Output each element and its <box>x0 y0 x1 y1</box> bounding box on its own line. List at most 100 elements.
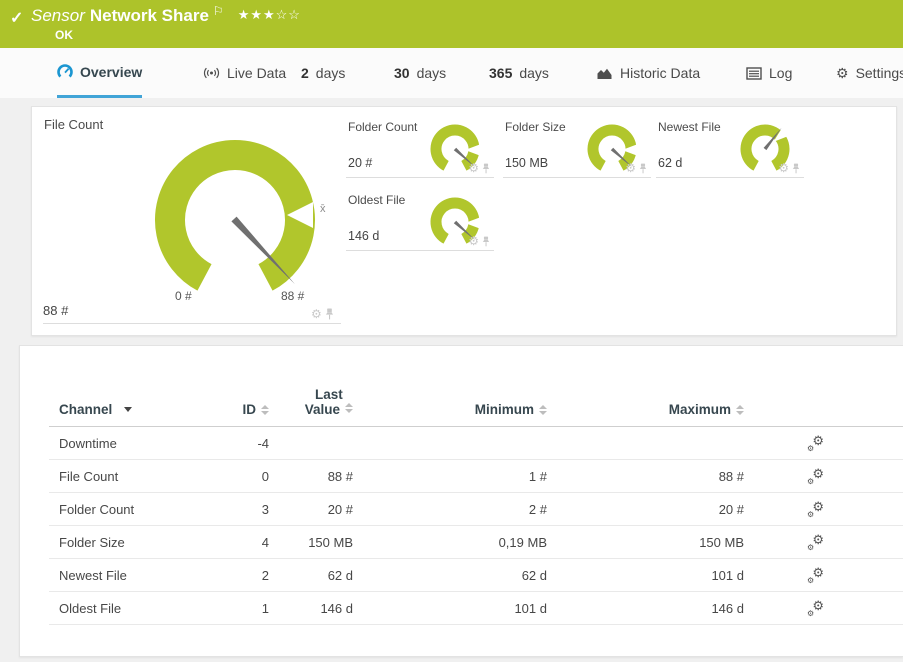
gauge-title: Folder Size <box>505 120 566 134</box>
gauge-icon <box>57 64 73 80</box>
pin-icon[interactable] <box>482 163 490 174</box>
table-body: Downtime -4 ⚙⚙ File Count 0 88 # 1 # 88 … <box>49 427 903 625</box>
channel-minimum: 1 # <box>353 469 547 484</box>
channel-minimum: 0,19 MB <box>353 535 547 550</box>
table-row-oldest-file: Oldest File 1 146 d 101 d 146 d ⚙⚙ <box>49 592 903 625</box>
sort-icon <box>736 405 744 415</box>
channel-name: Oldest File <box>49 601 209 616</box>
channel-minimum: 101 d <box>353 601 547 616</box>
gauge-settings-gear-icon[interactable]: ⚙ <box>778 162 789 174</box>
divider <box>43 323 341 324</box>
stars-empty: ☆☆ <box>276 7 301 22</box>
live-signal-icon <box>203 66 220 80</box>
table-row-downtime: Downtime -4 ⚙⚙ <box>49 427 903 460</box>
tab-2-days[interactable]: 2days <box>301 48 345 98</box>
channel-last-value: 88 # <box>269 469 353 484</box>
channel-id: 4 <box>209 535 269 550</box>
channel-name: Newest File <box>49 568 209 583</box>
file-count-value: 88 # <box>43 303 68 318</box>
gauge-cell-folder-count: Folder Count 20 # ⚙ <box>346 115 494 178</box>
table-row-file-count: File Count 0 88 # 1 # 88 # ⚙⚙ <box>49 460 903 493</box>
channel-minimum: 62 d <box>353 568 547 583</box>
tab-historic-data[interactable]: Historic Data <box>596 48 700 98</box>
channel-maximum: 20 # <box>547 502 744 517</box>
column-header-last-value[interactable]: LastValue <box>269 387 353 417</box>
tab-overview[interactable]: Overview <box>57 48 142 98</box>
channel-id: 1 <box>209 601 269 616</box>
table-row-newest-file: Newest File 2 62 d 62 d 101 d ⚙⚙ <box>49 559 903 592</box>
gauge-settings-gear-icon[interactable]: ⚙ <box>625 162 636 174</box>
sort-desc-icon <box>124 407 132 412</box>
gauge-title: Newest File <box>658 120 721 134</box>
channel-name: Folder Count <box>49 502 209 517</box>
channel-maximum: 88 # <box>547 469 744 484</box>
channel-id: 0 <box>209 469 269 484</box>
channels-table: Channel ID LastValue Minimum Maximum Dow… <box>20 346 903 625</box>
table-header-row: Channel ID LastValue Minimum Maximum <box>49 380 903 427</box>
tab-log[interactable]: Log <box>746 48 792 98</box>
channel-last-value: 62 d <box>269 568 353 583</box>
gauges-panel: File Count x̄ 0 # 88 # 88 # ⚙ Folder Cou… <box>31 106 897 336</box>
tab-365-days[interactable]: 365days <box>489 48 549 98</box>
channel-maximum: 101 d <box>547 568 744 583</box>
status-ok-check-icon: ✓ <box>10 8 23 28</box>
channel-maximum: 146 d <box>547 601 744 616</box>
channel-settings-icon[interactable]: ⚙⚙ <box>807 468 824 484</box>
chart-icon <box>596 66 613 80</box>
channel-last-value: 150 MB <box>269 535 353 550</box>
average-marker-label: x̄ <box>320 203 326 215</box>
object-kind-label: Sensor <box>31 6 85 25</box>
gauge-settings-gear-icon[interactable]: ⚙ <box>468 235 479 247</box>
column-header-channel[interactable]: Channel <box>49 402 209 417</box>
channel-maximum: 150 MB <box>547 535 744 550</box>
tab-settings[interactable]: ⚙ Settings <box>836 48 903 98</box>
pin-icon[interactable] <box>325 308 334 320</box>
table-row-folder-count: Folder Count 3 20 # 2 # 20 # ⚙⚙ <box>49 493 903 526</box>
flag-icon: ⚐ <box>213 4 224 18</box>
channel-name: File Count <box>49 469 209 484</box>
gear-icon: ⚙ <box>836 65 849 82</box>
table-row-folder-size: Folder Size 4 150 MB 0,19 MB 150 MB ⚙⚙ <box>49 526 903 559</box>
channel-settings-icon[interactable]: ⚙⚙ <box>807 534 824 550</box>
gauge-value: 150 MB <box>505 156 548 170</box>
log-list-icon <box>746 67 762 80</box>
channels-panel: Channel ID LastValue Minimum Maximum Dow… <box>19 345 903 657</box>
sensor-title: Network Share <box>90 6 209 25</box>
channel-last-value: 20 # <box>269 502 353 517</box>
sensor-page: ✓ Sensor Network Share ⚐ ★★★☆☆ OK Overview … <box>0 0 903 662</box>
file-count-gauge <box>135 120 335 320</box>
column-header-id[interactable]: ID <box>209 402 269 417</box>
gauge-value: 146 d <box>348 229 379 243</box>
gauge-settings-gear-icon[interactable]: ⚙ <box>311 308 322 320</box>
channel-settings-icon[interactable]: ⚙⚙ <box>807 435 824 451</box>
channel-id: 2 <box>209 568 269 583</box>
pin-icon[interactable] <box>639 163 647 174</box>
pin-icon[interactable] <box>792 163 800 174</box>
channel-name: Folder Size <box>49 535 209 550</box>
gauge-scale-min: 0 # <box>175 289 192 303</box>
channel-last-value: 146 d <box>269 601 353 616</box>
gauge-value: 20 # <box>348 156 372 170</box>
gauge-cell-folder-size: Folder Size 150 MB ⚙ <box>503 115 651 178</box>
tab-live-data[interactable]: Live Data <box>203 48 286 98</box>
channel-settings-icon[interactable]: ⚙⚙ <box>807 501 824 517</box>
sensor-header: ✓ Sensor Network Share ⚐ ★★★☆☆ OK <box>0 0 903 48</box>
priority-stars[interactable]: ★★★☆☆ <box>238 7 301 22</box>
channel-settings-icon[interactable]: ⚙⚙ <box>807 600 824 616</box>
column-header-maximum[interactable]: Maximum <box>547 402 744 417</box>
pin-icon[interactable] <box>482 236 490 247</box>
sort-icon <box>345 403 353 413</box>
gauge-scale-max: 88 # <box>281 289 304 303</box>
gauge-title: Oldest File <box>348 193 405 207</box>
channel-minimum: 2 # <box>353 502 547 517</box>
tab-30-days[interactable]: 30days <box>394 48 446 98</box>
gauge-settings-gear-icon[interactable]: ⚙ <box>468 162 479 174</box>
channel-name: Downtime <box>49 436 209 451</box>
column-header-minimum[interactable]: Minimum <box>353 402 547 417</box>
sort-icon <box>261 405 269 415</box>
gauge-title-file-count: File Count <box>44 117 103 132</box>
channel-settings-icon[interactable]: ⚙⚙ <box>807 567 824 583</box>
status-badge: OK <box>55 28 73 42</box>
gauge-value: 62 d <box>658 156 682 170</box>
tab-bar: Overview Live Data 2days 30days 365days … <box>0 48 903 98</box>
